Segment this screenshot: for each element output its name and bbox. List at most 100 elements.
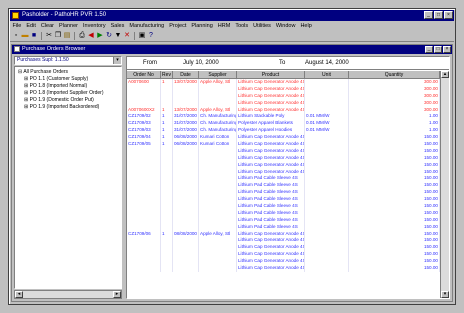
table-cell-sup xyxy=(199,258,237,266)
left-pane: Purchases Supl: 1.1.50 ▾ ⊟ All Purchase … xyxy=(14,56,122,289)
menu-item[interactable]: Manufacturing xyxy=(127,22,167,31)
table-row[interactable]: CZ1709/03 1 31/07/2000 Ch. Manufacturing Pol… xyxy=(127,120,440,128)
menu-item[interactable]: Inventory xyxy=(80,22,108,31)
table-cell-sup xyxy=(199,237,237,245)
table-row[interactable]: Lithium Pad Cable Sleeve 4S 150.00 xyxy=(127,216,440,224)
from-date-field[interactable]: July 10, 2000 xyxy=(183,57,219,70)
table-cell-order xyxy=(127,237,161,245)
table-row[interactable]: Lithium Cap Generator Anode 4S 150.00 xyxy=(127,161,440,169)
close-button[interactable]: × xyxy=(444,11,453,19)
table-cell-date xyxy=(173,265,199,272)
column-quantity[interactable]: Quantity xyxy=(349,71,440,78)
tree-item[interactable]: ⊟ All Purchase Orders xyxy=(18,69,118,76)
table-row[interactable]: Lithium Cap Generator Anode 4S 300.00 xyxy=(127,99,440,107)
table-row[interactable]: Lithium Cap Generator Anode 4S 150.00 xyxy=(127,265,440,272)
column-order-no[interactable]: Order No xyxy=(127,71,161,78)
scroll-right-icon[interactable]: ▸ xyxy=(113,291,121,298)
child-maximize-button[interactable]: □ xyxy=(434,46,442,53)
table-row[interactable]: Lithium Cap Generator Anode 4S 300.00 xyxy=(127,85,440,93)
table-row[interactable]: Lithium Cap Generator Anode 4S 150.00 xyxy=(127,244,440,252)
table-cell-rev: 1 xyxy=(161,134,173,142)
table-cell-date xyxy=(173,189,199,197)
first-record-icon[interactable]: ◀ xyxy=(87,32,95,40)
table-row[interactable]: Lithium Pad Cable Sleeve 4S 150.00 xyxy=(127,209,440,217)
tree-item[interactable]: ⊞ PO 1.1 (Customer Supply) xyxy=(18,76,118,83)
table-row[interactable]: CZ1709/06 1 08/08/2000 Apple Alloy, Stl Lith… xyxy=(127,230,440,238)
menu-item[interactable]: File xyxy=(10,22,24,31)
table-row[interactable]: Lithium Pad Cable Sleeve 4S 150.00 xyxy=(127,189,440,197)
menu-item[interactable]: Planning xyxy=(189,22,215,31)
menu-item[interactable]: Utilities xyxy=(251,22,274,31)
table-row[interactable]: Lithium Pad Cable Sleeve 4S 150.00 xyxy=(127,203,440,210)
child-minimize-button[interactable]: _ xyxy=(425,46,433,53)
column-product[interactable]: Product xyxy=(237,71,305,78)
new-icon[interactable]: ▫ xyxy=(12,32,20,40)
table-row[interactable]: Lithium Cap Generator Anode 4S 150.00 xyxy=(127,237,440,245)
print-icon[interactable]: ⎙ xyxy=(78,32,86,40)
table-cell-sup xyxy=(199,99,237,107)
vertical-scrollbar[interactable]: ▴ ▾ xyxy=(440,71,449,298)
table-row[interactable]: CZ1709/02 1 31/07/2000 Ch. Manufacturing Lit… xyxy=(127,113,440,121)
maximize-button[interactable]: □ xyxy=(434,11,443,19)
menu-item[interactable]: Sales xyxy=(108,22,127,31)
table-row[interactable]: Lithium Pad Cable Sleeve 4S 150.00 xyxy=(127,182,440,190)
table-row[interactable]: Lithium Pad Cable Sleeve 4S 150.00 xyxy=(127,196,440,204)
tree-item[interactable]: ⊞ PO 1.9 (Imported Backordered) xyxy=(18,104,118,111)
table-row[interactable]: CZ1709/03 1 31/07/2000 Ch. Manufacturing Pol… xyxy=(127,127,440,135)
menu-item[interactable]: Clear xyxy=(38,22,56,31)
menu-item[interactable]: Edit xyxy=(24,22,38,31)
table-row[interactable]: Lithium Cap Generator Anode 4S 150.00 xyxy=(127,147,440,155)
cut-icon[interactable]: ✂ xyxy=(45,32,53,40)
supplier-picker[interactable]: Purchases Supl: 1.1.50 ▾ xyxy=(14,56,122,65)
open-icon[interactable]: ▬ xyxy=(21,32,29,40)
child-close-button[interactable]: × xyxy=(443,46,451,53)
table-row[interactable]: A0070600 1 13/07/2000 Apple Alloy, Stl Lithi… xyxy=(127,79,440,86)
table-cell-prod: Lithium Pad Cable Sleeve 4S xyxy=(237,189,305,197)
table-cell-sup xyxy=(199,161,237,169)
window-icon[interactable]: ▣ xyxy=(138,32,146,40)
column-date[interactable]: Date xyxy=(173,71,199,78)
refresh-icon[interactable]: ↻ xyxy=(105,32,113,40)
scroll-up-icon[interactable]: ▴ xyxy=(441,71,449,78)
chevron-down-icon[interactable]: ▾ xyxy=(113,57,121,64)
save-icon[interactable]: ■ xyxy=(30,32,38,40)
help-icon[interactable]: ? xyxy=(147,32,155,40)
table-row[interactable]: CZ1709/04 1 06/08/2000 Kumari Cotton Lithium… xyxy=(127,134,440,142)
column-unit[interactable]: Unit xyxy=(305,71,349,78)
menu-item[interactable]: Help xyxy=(298,22,314,31)
table-row[interactable]: A0070600X2 1 13/07/2000 Apple Alloy, Stl Lit… xyxy=(127,106,440,114)
table-row[interactable]: Lithium Pad Cable Sleeve 4S 150.00 xyxy=(127,175,440,183)
menu-item[interactable]: Tools xyxy=(233,22,251,31)
table-row[interactable]: Lithium Cap Generator Anode 4S 150.00 xyxy=(127,154,440,162)
menu-item[interactable]: Window xyxy=(273,22,298,31)
delete-icon[interactable]: ✕ xyxy=(123,32,131,40)
table-cell-order xyxy=(127,258,161,266)
table-row[interactable]: Lithium Pad Cable Sleeve 4S 150.00 xyxy=(127,223,440,231)
table-cell-sup: Ch. Manufacturing xyxy=(200,113,237,121)
table-cell-prod: Lithium Pad Cable Sleeve 4S xyxy=(237,182,305,190)
menu-item[interactable]: Planner xyxy=(57,22,81,31)
table-row[interactable]: Lithium Cap Generator Anode 4S 150.00 xyxy=(127,258,440,266)
minimize-button[interactable]: _ xyxy=(424,11,433,19)
menu-item[interactable]: Project xyxy=(167,22,189,31)
table-row[interactable]: Lithium Cap Generator Anode 4S 150.00 xyxy=(127,168,440,176)
table-row[interactable]: Lithium Cap Generator Anode 4S 300.00 xyxy=(127,92,440,100)
next-record-icon[interactable]: ▶ xyxy=(96,32,104,40)
table-cell-prod: Lithium Cap Generator Anode 4S xyxy=(238,258,305,266)
table-cell-prod: Lithium Cap Generator Anode 4S xyxy=(238,251,305,259)
filter-icon[interactable]: ▼ xyxy=(114,32,122,40)
paste-icon[interactable]: ▤ xyxy=(63,32,71,40)
column-rev[interactable]: Rev xyxy=(161,71,173,78)
tree-item[interactable]: ⊞ PO 1.8 (Imported Normal) xyxy=(18,83,118,90)
to-date-field[interactable]: August 14, 2000 xyxy=(305,57,349,70)
copy-icon[interactable]: ❐ xyxy=(54,32,62,40)
tree-item[interactable]: ⊞ PO 1.8 (Imported Supplier Order) xyxy=(18,90,118,97)
left-horizontal-scrollbar[interactable]: ◂ ▸ xyxy=(14,290,122,299)
table-row[interactable]: CZ1709/05 1 06/08/2000 Kumari Cotton Lithium… xyxy=(127,141,440,148)
scroll-down-icon[interactable]: ▾ xyxy=(441,291,449,298)
column-supplier[interactable]: Supplier xyxy=(199,71,237,78)
menu-item[interactable]: HRM xyxy=(215,22,233,31)
scroll-left-icon[interactable]: ◂ xyxy=(15,291,23,298)
tree-item[interactable]: ⊞ PO 1.9 (Domestic Order Put) xyxy=(18,97,118,104)
table-row[interactable]: Lithium Cap Generator Anode 4S 150.00 xyxy=(127,251,440,259)
